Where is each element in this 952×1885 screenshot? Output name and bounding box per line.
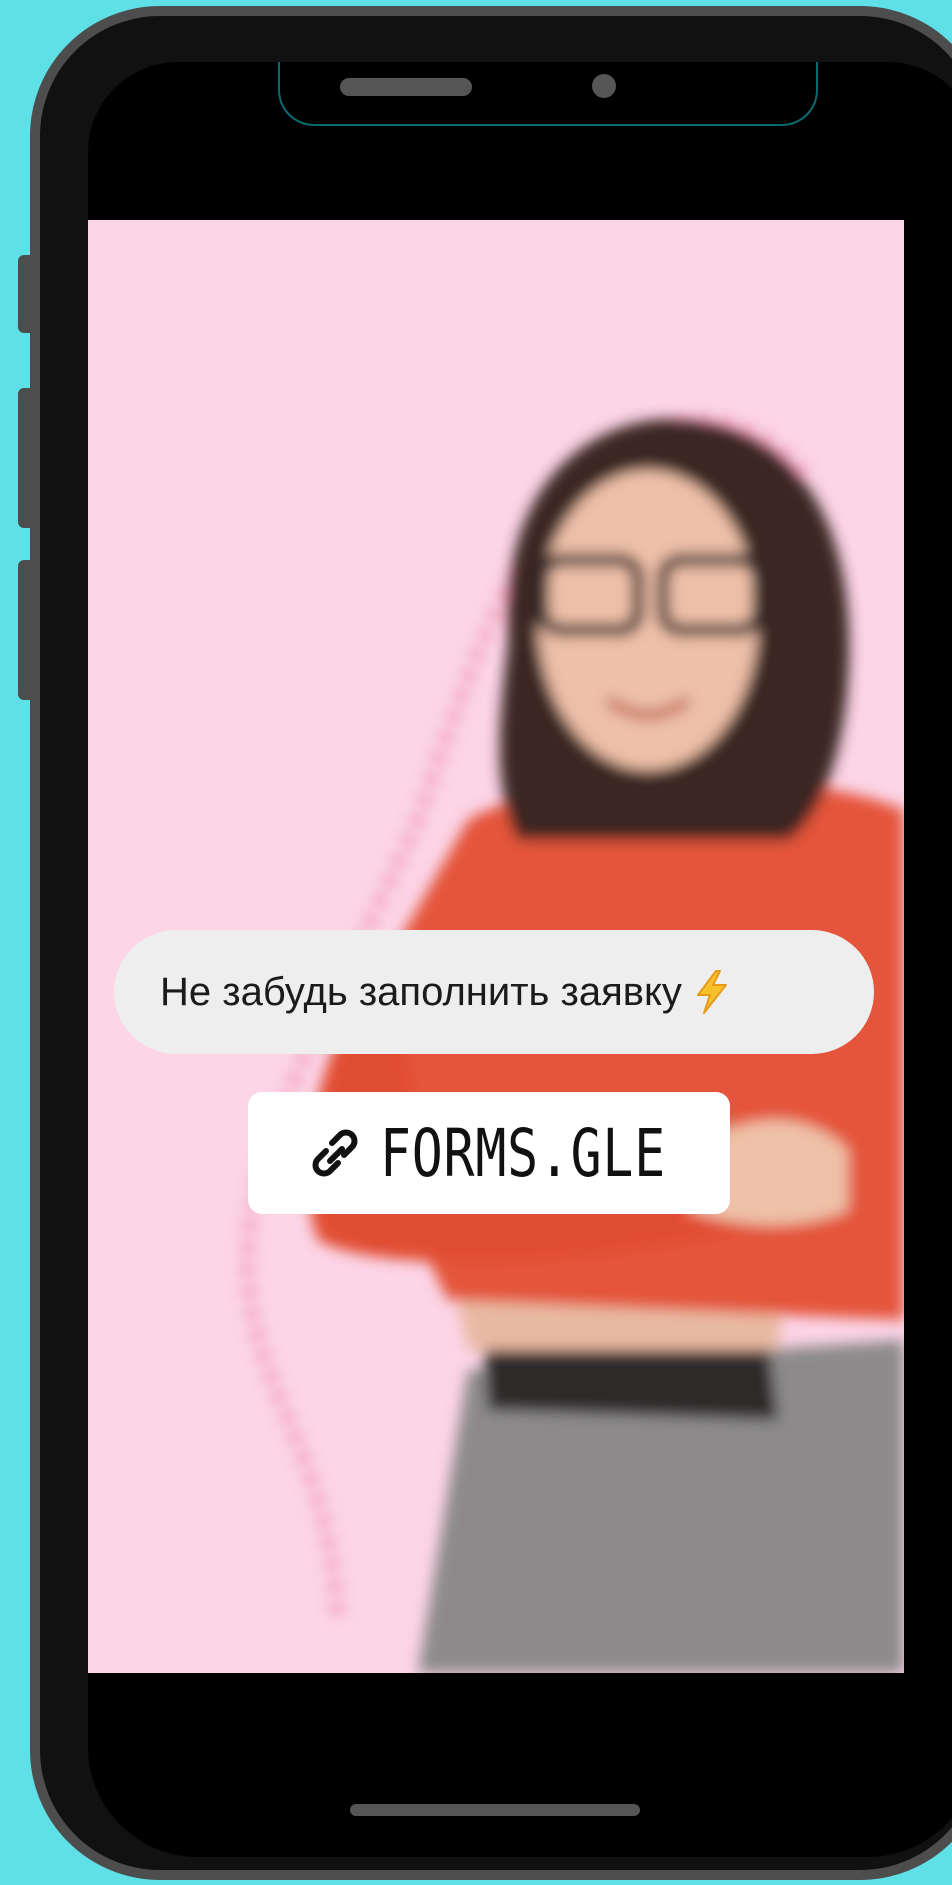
lightning-bolt-icon	[696, 970, 727, 1014]
question-sticker[interactable]: Не забудь заполнить заявку	[114, 930, 874, 1054]
page: Не забудь заполнить заявку FORMS.GLE	[0, 0, 952, 1885]
front-camera	[592, 74, 616, 98]
link-sticker[interactable]: FORMS.GLE	[248, 1092, 730, 1214]
story-view[interactable]: Не забудь заполнить заявку FORMS.GLE	[88, 220, 904, 1673]
home-indicator[interactable]	[350, 1804, 640, 1816]
question-text: Не забудь заполнить заявку	[160, 969, 682, 1014]
speaker-grille	[340, 78, 472, 96]
link-label: FORMS.GLE	[379, 1114, 666, 1192]
link-chain-icon	[312, 1129, 358, 1177]
